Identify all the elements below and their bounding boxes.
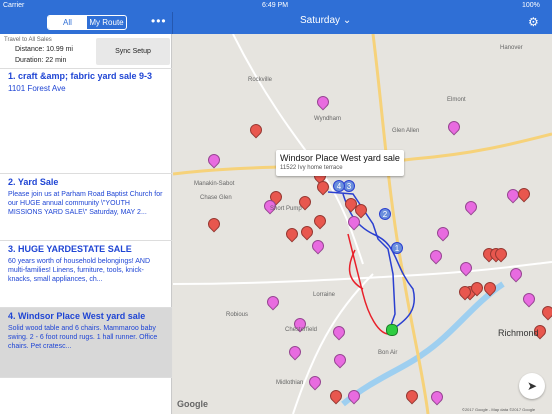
place-label: Chesterfield bbox=[285, 327, 318, 333]
place-label: Wyndham bbox=[314, 116, 341, 122]
callout-title[interactable]: Windsor Place West yard sale bbox=[280, 153, 400, 163]
sale-description: Please join us at Parham Road Baptist Ch… bbox=[8, 191, 163, 216]
map-canvas[interactable] bbox=[173, 34, 552, 414]
callout-address: 11522 Ivy home terrace bbox=[280, 165, 343, 171]
sale-list-item[interactable]: 3. HUGE YARDESTATE SALE 60 years worth o… bbox=[0, 241, 172, 308]
ellipsis-icon[interactable]: ••• bbox=[151, 15, 167, 27]
place-label: Bon Air bbox=[378, 350, 398, 356]
route-stop-marker[interactable]: 2 bbox=[379, 208, 391, 220]
route-duration: Duration: 22 min bbox=[15, 57, 67, 64]
sales-sidebar: Travel to All Sales Distance: 10.99 mi D… bbox=[0, 34, 172, 414]
google-logo: Google bbox=[177, 399, 208, 409]
sale-description: 60 years worth of household belongings! … bbox=[8, 258, 151, 283]
sale-callout[interactable]: Windsor Place West yard sale 11522 Ivy h… bbox=[276, 150, 404, 176]
route-summary: Travel to All Sales Distance: 10.99 mi D… bbox=[0, 34, 172, 69]
sale-title[interactable]: 3. HUGE YARDESTATE SALE bbox=[8, 244, 164, 255]
place-label: Richmond bbox=[498, 328, 539, 338]
place-label: Midlothian bbox=[276, 380, 304, 386]
day-picker[interactable]: Saturday ⌄ bbox=[300, 15, 410, 26]
place-label: Robious bbox=[226, 312, 249, 318]
map-attribution: ©2017 Google - Map data ©2017 Google bbox=[462, 407, 536, 412]
place-label: Chase Glen bbox=[200, 195, 232, 201]
battery-label: 100% bbox=[522, 2, 540, 9]
route-stop-marker[interactable]: 4 bbox=[333, 180, 345, 192]
route-start-pin[interactable] bbox=[386, 324, 398, 336]
route-filter-segmented-control[interactable]: All My Route bbox=[47, 15, 127, 30]
chevron-down-icon[interactable]: ⌄ bbox=[343, 15, 351, 26]
route-distance: Distance: 10.99 mi bbox=[15, 46, 73, 53]
sale-list-item[interactable]: 1. craft &amp; fabric yard sale 9-3 1101… bbox=[0, 68, 172, 174]
place-label: Hanover bbox=[500, 45, 523, 51]
place-label: Lorraine bbox=[313, 292, 336, 298]
place-label: Short Pump bbox=[270, 206, 302, 212]
status-bar: Carrier 6:49 PM 100% bbox=[0, 0, 552, 12]
place-label: Manakin-Sabot bbox=[194, 181, 235, 187]
place-label: Rockville bbox=[248, 77, 273, 83]
sale-list-item[interactable]: 2. Yard Sale Please join us at Parham Ro… bbox=[0, 174, 172, 241]
route-summary-title: Travel to All Sales bbox=[4, 37, 52, 43]
place-label: Elmont bbox=[447, 97, 466, 103]
sale-title[interactable]: 4. Windsor Place West yard sale bbox=[8, 311, 164, 322]
route-stop-marker[interactable]: 1 bbox=[391, 242, 403, 254]
sale-description: 1101 Forest Ave bbox=[8, 84, 66, 93]
location-arrow-icon[interactable]: ➤ bbox=[519, 373, 545, 399]
tab-my-route[interactable]: My Route bbox=[87, 16, 126, 29]
carrier-label: Carrier bbox=[3, 2, 25, 9]
sale-description: Solid wood table and 6 chairs. Mammaroo … bbox=[8, 325, 158, 350]
day-label[interactable]: Saturday bbox=[300, 15, 340, 26]
sale-title[interactable]: 2. Yard Sale bbox=[8, 177, 164, 188]
sync-setup-button[interactable]: Sync Setup bbox=[96, 38, 170, 65]
clock: 6:49 PM bbox=[262, 2, 289, 9]
nav-divider bbox=[172, 12, 173, 34]
gear-icon[interactable]: ⚙ bbox=[528, 15, 539, 29]
sale-list-item-selected[interactable]: 4. Windsor Place West yard sale Solid wo… bbox=[0, 308, 172, 378]
sale-title[interactable]: 1. craft &amp; fabric yard sale 9-3 bbox=[8, 71, 164, 82]
map-view[interactable]: 1234 bbox=[173, 34, 552, 414]
place-label: Glen Allen bbox=[392, 128, 420, 134]
tab-all[interactable]: All bbox=[48, 16, 87, 29]
